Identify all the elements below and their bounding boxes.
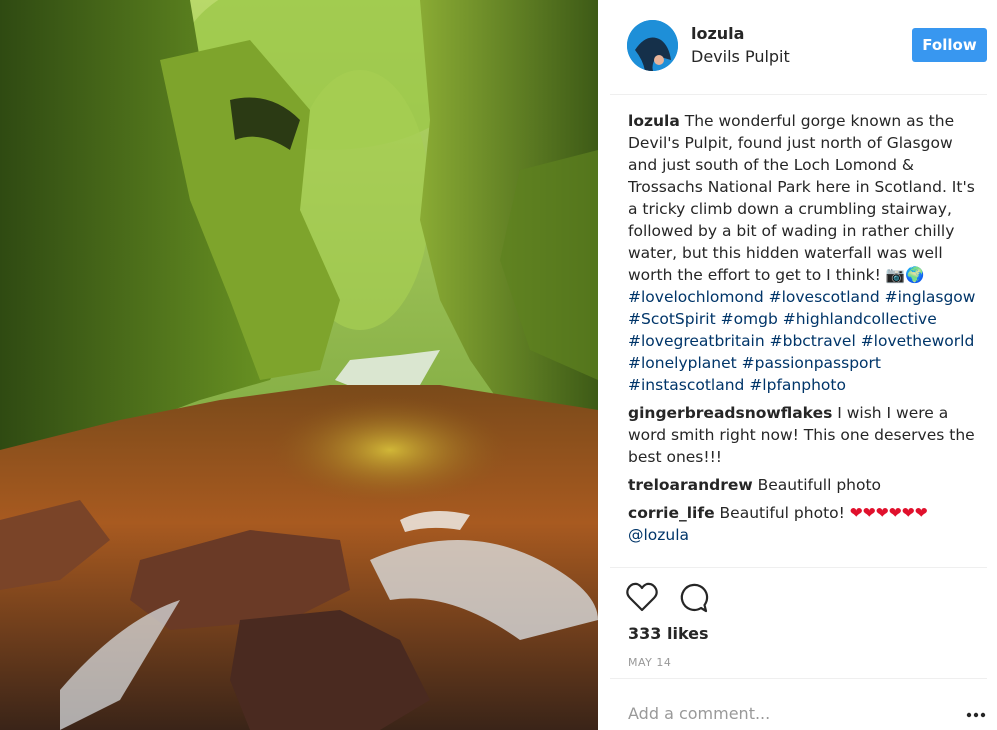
ellipsis-icon[interactable] bbox=[966, 711, 986, 719]
comment-username[interactable]: gingerbreadsnowflakes bbox=[628, 404, 832, 422]
comment-username[interactable]: treloarandrew bbox=[628, 476, 753, 494]
caption-text: The wonderful gorge known as the Devil's… bbox=[628, 112, 975, 284]
caption-emoji: 📷🌍 bbox=[885, 266, 925, 284]
heart-outline-icon[interactable] bbox=[626, 582, 658, 612]
post-header: lozula Devils Pulpit Follow bbox=[610, 0, 987, 95]
post-location[interactable]: Devils Pulpit bbox=[691, 47, 790, 66]
comment-text: Beautifull photo bbox=[757, 476, 882, 494]
caption: lozula The wonderful gorge known as the … bbox=[628, 110, 983, 396]
avatar-image bbox=[627, 20, 678, 71]
comment-input[interactable] bbox=[628, 699, 928, 727]
post-photo[interactable] bbox=[0, 0, 598, 730]
list-item: corrie_life Beautiful photo! ❤❤❤❤❤❤ @loz… bbox=[628, 502, 983, 546]
likes-count[interactable]: 333 likes bbox=[628, 624, 709, 643]
gorge-photo-image bbox=[0, 0, 598, 730]
list-item: gingerbreadsnowflakes I wish I were a wo… bbox=[628, 402, 983, 468]
list-item: treloarandrew Beautifull photo bbox=[628, 474, 983, 496]
comment-mention[interactable]: @lozula bbox=[628, 526, 689, 544]
hearts-emoji: ❤❤❤❤❤❤ bbox=[849, 504, 928, 522]
caption-hashtags[interactable]: #lovelochlomond #lovescotland #inglasgow… bbox=[628, 288, 975, 394]
post-username[interactable]: lozula bbox=[691, 24, 744, 43]
follow-button[interactable]: Follow bbox=[912, 28, 987, 62]
speech-bubble-icon[interactable] bbox=[677, 582, 709, 614]
avatar[interactable] bbox=[627, 20, 678, 71]
post-actions: 333 likes MAY 14 bbox=[610, 567, 987, 677]
comments-list[interactable]: lozula The wonderful gorge known as the … bbox=[628, 110, 983, 566]
comment-username[interactable]: corrie_life bbox=[628, 504, 715, 522]
post-panel: lozula Devils Pulpit Follow lozula The w… bbox=[610, 0, 997, 730]
caption-username[interactable]: lozula bbox=[628, 112, 680, 130]
comment-text: Beautiful photo! bbox=[719, 504, 845, 522]
post-date: MAY 14 bbox=[628, 656, 672, 669]
add-comment-bar bbox=[610, 678, 987, 730]
